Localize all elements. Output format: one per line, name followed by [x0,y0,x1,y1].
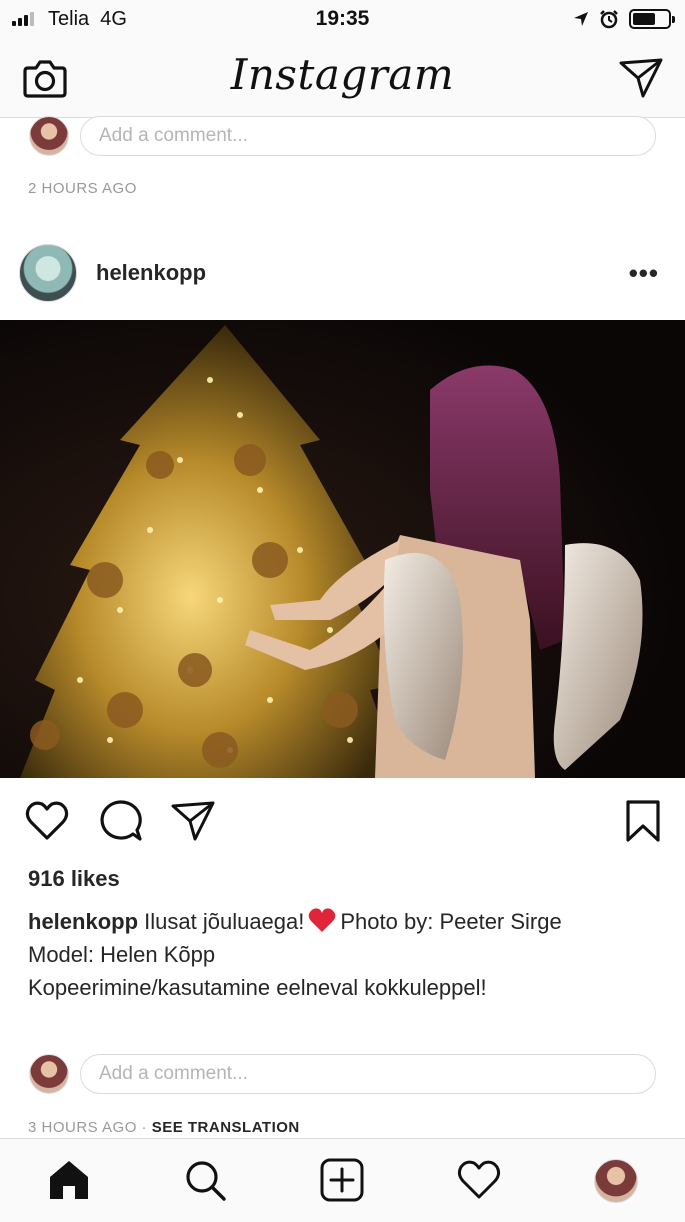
timestamp-separator: · [136,1119,152,1136]
commenter-avatar [29,1054,69,1094]
search-icon[interactable] [182,1157,228,1203]
post-photo-illustration [0,320,685,778]
heart-icon[interactable] [24,798,70,844]
post-header: helenkopp ••• [0,236,685,320]
app-logo-title: Instagram [230,50,455,99]
bookmark-icon[interactable] [620,798,666,844]
red-heart-emoji-icon [309,908,336,932]
alarm-icon [600,10,618,29]
location-arrow-icon [574,12,588,26]
home-icon[interactable] [46,1157,92,1203]
profile-avatar[interactable] [594,1159,638,1203]
bottom-tab-bar [0,1138,685,1222]
caption-line-copyright: Kopeerimine/kasutamine eelneval kokkulep… [28,975,487,1000]
post-timestamp: 3 HOURS AGO [28,1119,137,1136]
caption-line-model: Model: Helen Kõpp [28,942,216,967]
see-translation-link[interactable]: SEE TRANSLATION [152,1119,300,1136]
battery-icon [629,9,675,29]
add-comment-input-previous[interactable]: Add a comment... [80,116,656,156]
caption-text-part1: Ilusat jõuluaega! [144,909,305,934]
top-navigation-bar: Instagram [0,40,685,118]
post-timestamp-previous: 2 HOURS AGO [28,180,137,197]
post-author-avatar[interactable] [19,244,77,302]
caption-username[interactable]: helenkopp [28,909,138,934]
post-caption: helenkopp Ilusat jõuluaega! Photo by: Pee… [28,905,648,1004]
activity-heart-icon[interactable] [456,1157,502,1203]
add-post-icon[interactable] [319,1157,365,1203]
add-comment-input[interactable]: Add a comment... [80,1054,656,1094]
post-timestamp-row: 3 HOURS AGO · SEE TRANSLATION [28,1119,300,1136]
commenter-avatar [29,116,69,156]
status-bar: Telia 4G 19:35 [0,0,685,40]
caption-text-part2: Photo by: Peeter Sirge [340,909,562,934]
post-photo[interactable] [0,320,685,778]
share-icon[interactable] [170,798,216,844]
like-count[interactable]: 916 likes [28,866,120,892]
direct-message-icon[interactable] [619,57,663,99]
more-options-icon[interactable]: ••• [629,258,659,289]
comment-icon[interactable] [98,798,144,844]
post-author-username[interactable]: helenkopp [96,260,206,286]
post-actions-bar [0,798,685,852]
